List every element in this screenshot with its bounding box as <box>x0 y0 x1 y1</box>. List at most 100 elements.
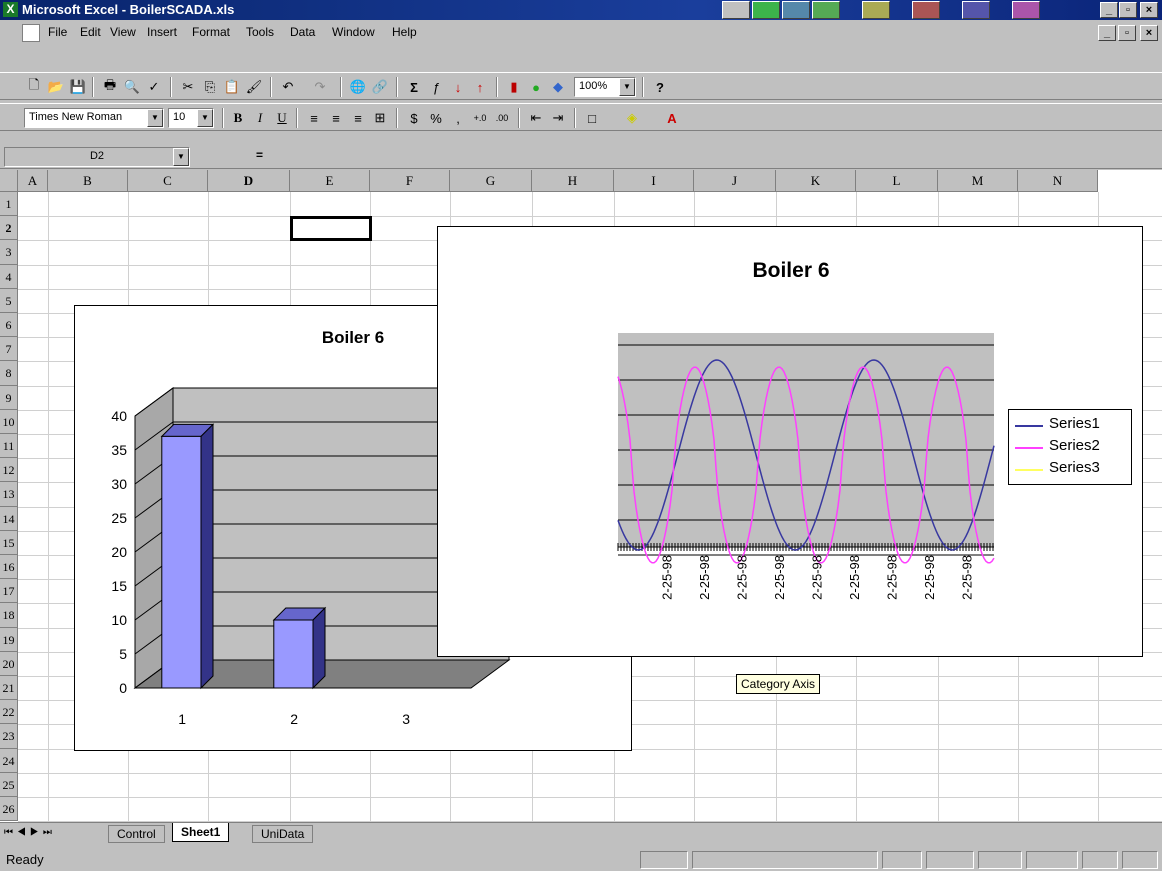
align-center-icon[interactable]: ≡ <box>326 108 346 128</box>
column-header[interactable]: N <box>1018 170 1098 192</box>
row-header[interactable]: 1 <box>0 192 18 217</box>
column-header[interactable]: L <box>856 170 938 192</box>
autosum-icon[interactable]: Σ <box>404 77 424 97</box>
column-header[interactable]: C <box>128 170 208 192</box>
redo-icon[interactable]: ↷ <box>310 77 330 97</box>
row-header[interactable]: 17 <box>0 579 18 604</box>
font-color-icon[interactable]: A <box>662 108 682 128</box>
chevron-down-icon[interactable]: ▼ <box>173 148 189 166</box>
row-header[interactable]: 6 <box>0 313 18 338</box>
increase-indent-icon[interactable]: ⇥ <box>548 108 568 128</box>
tray-icon[interactable] <box>812 1 840 19</box>
underline-icon[interactable]: U <box>272 108 292 128</box>
cut-icon[interactable]: ✂ <box>178 77 198 97</box>
percent-icon[interactable]: % <box>426 108 446 128</box>
paste-icon[interactable]: 📋 <box>222 77 242 97</box>
function-icon[interactable]: ƒ <box>426 77 446 97</box>
currency-icon[interactable]: $ <box>404 108 424 128</box>
hyperlink-icon[interactable]: 🔗 <box>370 77 390 97</box>
help-icon[interactable]: ? <box>650 77 670 97</box>
tab-nav-icon[interactable]: ⏮◀▶⏭ <box>4 827 56 838</box>
column-header[interactable]: K <box>776 170 856 192</box>
spelling-icon[interactable]: ✓ <box>144 77 164 97</box>
row-header[interactable]: 11 <box>0 434 18 459</box>
restore-icon[interactable]: ▫ <box>1119 2 1137 18</box>
chevron-down-icon[interactable]: ▼ <box>147 109 163 127</box>
column-header[interactable]: A <box>18 170 48 192</box>
undo-icon[interactable]: ↶ <box>278 77 298 97</box>
column-header[interactable]: E <box>290 170 370 192</box>
chart-wizard-icon[interactable]: ▮ <box>504 77 524 97</box>
row-header[interactable]: 2 <box>0 216 18 241</box>
row-header[interactable]: 23 <box>0 724 18 749</box>
row-header[interactable]: 5 <box>0 288 18 313</box>
formula-equals[interactable]: = <box>256 148 263 162</box>
tray-icon[interactable] <box>752 1 780 19</box>
web-toolbar-icon[interactable]: 🌐 <box>348 77 368 97</box>
sort-asc-icon[interactable]: ↓ <box>448 77 468 97</box>
fill-color-icon[interactable]: ◈ <box>622 108 642 128</box>
map-icon[interactable]: ● <box>526 77 546 97</box>
row-header[interactable]: 10 <box>0 409 18 434</box>
name-box[interactable]: D2 ▼ <box>4 147 190 167</box>
row-header[interactable]: 19 <box>0 627 18 652</box>
column-header[interactable]: G <box>450 170 532 192</box>
print-icon[interactable]: 🖶 <box>100 77 120 97</box>
tab-control[interactable]: Control <box>108 825 165 843</box>
menu-edit[interactable]: Edit <box>80 25 101 39</box>
menu-insert[interactable]: Insert <box>147 25 177 39</box>
row-header[interactable]: 18 <box>0 603 18 628</box>
legend[interactable]: Series1 Series2 Series3 <box>1008 409 1132 485</box>
doc-close-icon[interactable]: × <box>1140 25 1158 41</box>
formula-input[interactable] <box>272 147 1158 167</box>
row-header[interactable]: 16 <box>0 555 18 580</box>
borders-icon[interactable]: □ <box>582 108 602 128</box>
align-right-icon[interactable]: ≡ <box>348 108 368 128</box>
save-icon[interactable]: 💾 <box>68 77 88 97</box>
select-all[interactable] <box>0 170 18 192</box>
tray-icon[interactable] <box>962 1 990 19</box>
increase-decimal-icon[interactable]: +.0 <box>470 108 490 128</box>
bold-icon[interactable]: B <box>228 108 248 128</box>
tab-unidata[interactable]: UniData <box>252 825 314 843</box>
menu-format[interactable]: Format <box>192 25 230 39</box>
merge-center-icon[interactable]: ⊞ <box>370 108 390 128</box>
menu-data[interactable]: Data <box>290 25 315 39</box>
row-header[interactable]: 15 <box>0 530 18 555</box>
comma-icon[interactable]: , <box>448 108 468 128</box>
line-chart[interactable]: Boiler 6 2-25-98 2-25-98 2-25-98 2-25-98 2-2… <box>437 226 1143 657</box>
column-header[interactable]: M <box>938 170 1018 192</box>
chevron-down-icon[interactable]: ▼ <box>197 109 213 127</box>
row-header[interactable]: 26 <box>0 797 18 822</box>
row-header[interactable]: 20 <box>0 651 18 676</box>
decrease-indent-icon[interactable]: ⇤ <box>526 108 546 128</box>
column-header[interactable]: B <box>48 170 128 192</box>
format-painter-icon[interactable]: 🖌 <box>244 77 264 97</box>
copy-icon[interactable]: ⎘ <box>200 77 220 97</box>
tray-icon[interactable] <box>912 1 940 19</box>
menu-file[interactable]: File <box>48 25 67 39</box>
italic-icon[interactable]: I <box>250 108 270 128</box>
close-icon[interactable]: × <box>1140 2 1158 18</box>
doc-restore-icon[interactable]: ▫ <box>1118 25 1136 41</box>
font-select[interactable]: Times New Roman ▼ <box>24 108 164 128</box>
print-preview-icon[interactable]: 🔍 <box>122 77 142 97</box>
row-header[interactable]: 8 <box>0 361 18 386</box>
column-header[interactable]: F <box>370 170 450 192</box>
menu-help[interactable]: Help <box>392 25 417 39</box>
column-header[interactable]: D <box>208 170 290 192</box>
active-cell[interactable] <box>290 216 372 242</box>
row-header[interactable]: 13 <box>0 482 18 507</box>
decrease-decimal-icon[interactable]: .00 <box>492 108 512 128</box>
tray-icon[interactable] <box>782 1 810 19</box>
minimize-icon[interactable]: _ <box>1100 2 1118 18</box>
align-left-icon[interactable]: ≡ <box>304 108 324 128</box>
zoom-select[interactable]: 100% ▼ <box>574 77 636 97</box>
row-header[interactable]: 3 <box>0 240 18 265</box>
row-header[interactable]: 4 <box>0 264 18 289</box>
row-header[interactable]: 12 <box>0 458 18 483</box>
tray-icon[interactable] <box>722 1 750 19</box>
menu-tools[interactable]: Tools <box>246 25 274 39</box>
row-header[interactable]: 9 <box>0 385 18 410</box>
column-header[interactable]: J <box>694 170 776 192</box>
